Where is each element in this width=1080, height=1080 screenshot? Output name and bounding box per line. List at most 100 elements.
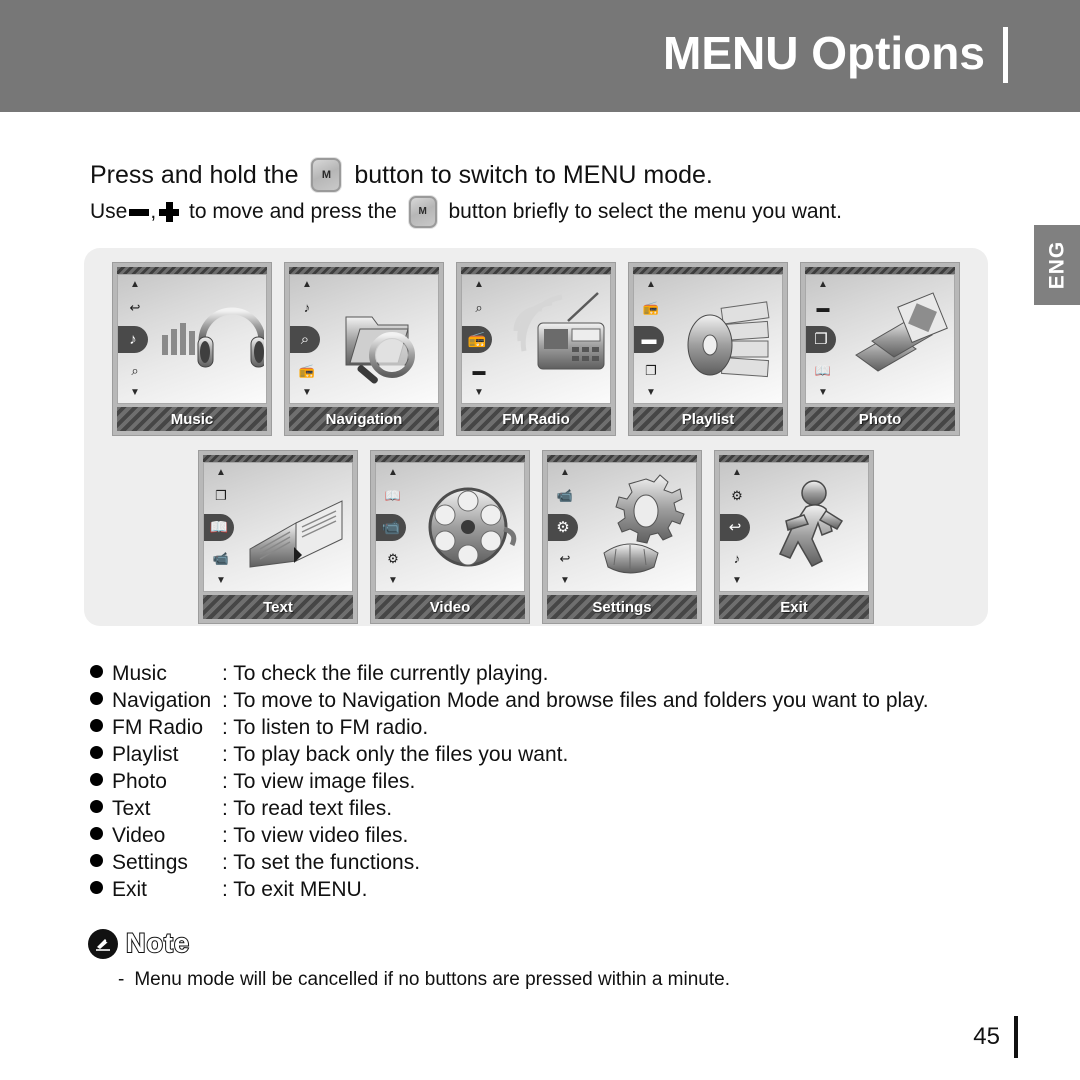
up-arrow-icon[interactable]: ▲ xyxy=(294,280,320,290)
icon-rail: ▲ ▬ ❐ 📖 ▼ xyxy=(806,275,840,403)
up-arrow-icon[interactable]: ▲ xyxy=(810,280,836,290)
plus-button-icon xyxy=(159,202,180,222)
up-arrow-icon[interactable]: ▲ xyxy=(122,280,148,290)
down-arrow-icon[interactable]: ▼ xyxy=(724,576,750,586)
down-arrow-icon[interactable]: ▼ xyxy=(638,388,664,398)
description-row: Exit : To exit MENU. xyxy=(90,876,990,903)
description-row: Photo: To view image files. xyxy=(90,768,990,795)
note-section: Note - Menu mode will be cancelled if no… xyxy=(88,927,988,991)
icon-rail: ▲ ❐ 📖 📹 ▼ xyxy=(204,463,238,591)
intro-line1-before: Press and hold the xyxy=(90,161,306,189)
down-arrow-icon[interactable]: ▼ xyxy=(810,388,836,398)
bullet-icon xyxy=(90,665,103,678)
photo-icon: ❐ xyxy=(806,325,836,353)
description-definition: : To view video files. xyxy=(222,824,409,847)
menu-screen-music[interactable]: ▲ ↩ ♪ ⌕ ▼ Music xyxy=(112,262,272,436)
screen-top-stripe xyxy=(547,455,697,462)
video-camera-icon: 📹 xyxy=(376,513,406,541)
screen-label: Music xyxy=(170,410,214,428)
menu-button-icon: M xyxy=(408,196,437,228)
magnifier-icon: ⌕ xyxy=(290,325,320,353)
footer-divider-rule xyxy=(1014,1016,1018,1058)
description-term: Photo xyxy=(112,770,167,793)
description-row: Navigation: To move to Navigation Mode a… xyxy=(90,687,990,714)
down-arrow-icon[interactable]: ▼ xyxy=(294,388,320,398)
screen-label: Photo xyxy=(858,410,902,428)
icon-rail: ▲ ♪ ⌕ 📻 ▼ xyxy=(290,275,324,403)
note-title: Note xyxy=(125,927,190,959)
screen-label-bar: Navigation xyxy=(289,407,439,431)
lcd-display: ▲ ⌕ 📻 ▬ ▼ xyxy=(461,274,611,404)
lcd-display: ▲ ❐ 📖 📹 ▼ xyxy=(203,462,353,592)
bullet-icon xyxy=(90,854,103,867)
disc-documents-art xyxy=(668,275,782,403)
up-arrow-icon[interactable]: ▲ xyxy=(552,468,578,478)
lcd-display: ▲ 📻 ▬ ❐ ▼ xyxy=(633,274,783,404)
bullet-icon xyxy=(90,719,103,732)
screen-label: Playlist xyxy=(681,410,735,428)
note-body: - Menu mode will be cancelled if no butt… xyxy=(118,969,988,991)
music-note-icon: ♪ xyxy=(118,325,148,353)
up-arrow-icon[interactable]: ▲ xyxy=(208,468,234,478)
menu-screen-playlist[interactable]: ▲ 📻 ▬ ❐ ▼ Playlist xyxy=(628,262,788,436)
description-term: Video xyxy=(112,824,166,847)
lcd-display: ▲ ⚙ ↩ ♪ ▼ xyxy=(719,462,869,592)
gears-art xyxy=(582,463,696,591)
screen-top-stripe xyxy=(289,267,439,274)
down-arrow-icon[interactable]: ▼ xyxy=(380,576,406,586)
down-arrow-icon[interactable]: ▼ xyxy=(208,576,234,586)
screen-label-bar: Photo xyxy=(805,407,955,431)
icon-rail: ▲ ⚙ ↩ ♪ ▼ xyxy=(720,463,754,591)
text-book-icon: 📖 xyxy=(204,513,234,541)
menu-screen-fm-radio[interactable]: ▲ ⌕ 📻 ▬ ▼ FM Radio xyxy=(456,262,616,436)
menu-screen-exit[interactable]: ▲ ⚙ ↩ ♪ ▼ Exit xyxy=(714,450,874,624)
gear-icon: ⚙ xyxy=(731,488,743,504)
up-arrow-icon[interactable]: ▲ xyxy=(724,468,750,478)
icon-rail: ▲ ↩ ♪ ⌕ ▼ xyxy=(118,275,152,403)
description-term: Playlist xyxy=(112,743,179,766)
intro-line1-after: button to switch to MENU mode. xyxy=(347,161,713,189)
intro-line-1: Press and hold the M button to switch to… xyxy=(90,158,990,192)
screen-label: Text xyxy=(263,598,293,616)
description-term: Exit xyxy=(112,878,148,901)
screen-top-stripe xyxy=(461,267,611,274)
description-definition: : To exit MENU. xyxy=(222,878,368,901)
screen-top-stripe xyxy=(633,267,783,274)
up-arrow-icon[interactable]: ▲ xyxy=(466,280,492,290)
folders-magnifier-art xyxy=(324,275,438,403)
running-person-art xyxy=(754,463,868,591)
menu-screen-settings[interactable]: ▲ 📹 ⚙ ↩ ▼ Settings xyxy=(542,450,702,624)
screen-top-stripe xyxy=(117,267,267,274)
intro-line-2: Use , to move and press the M button bri… xyxy=(90,196,990,228)
description-definition: : To play back only the files you want. xyxy=(222,743,569,766)
gear-icon: ⚙ xyxy=(548,513,578,541)
up-arrow-icon[interactable]: ▲ xyxy=(638,280,664,290)
menu-screen-text[interactable]: ▲ ❐ 📖 📹 ▼ Text xyxy=(198,450,358,624)
folder-icon: ▬ xyxy=(472,362,486,378)
header-divider-rule xyxy=(1003,27,1008,83)
page-title: MENU Options xyxy=(663,27,985,79)
language-tab-label: ENG xyxy=(1045,240,1069,290)
down-arrow-icon[interactable]: ▼ xyxy=(122,388,148,398)
exit-icon: ↩ xyxy=(559,550,571,566)
description-definition: : To listen to FM radio. xyxy=(222,716,429,739)
page-header: MENU Options xyxy=(0,0,1080,112)
screen-label-bar: Video xyxy=(375,595,525,619)
up-arrow-icon[interactable]: ▲ xyxy=(380,468,406,478)
description-row: Text: To read text files. xyxy=(90,795,990,822)
description-term: Music xyxy=(112,662,167,685)
exit-icon: ↩ xyxy=(720,513,750,541)
magnifier-icon: ⌕ xyxy=(475,300,483,316)
headphones-equalizer-art xyxy=(152,275,266,403)
menu-screen-video[interactable]: ▲ 📖 📹 ⚙ ▼ Video xyxy=(370,450,530,624)
down-arrow-icon[interactable]: ▼ xyxy=(552,576,578,586)
down-arrow-icon[interactable]: ▼ xyxy=(466,388,492,398)
photo-icon: ❐ xyxy=(645,362,657,378)
radio-icon: 📻 xyxy=(462,325,492,353)
screen-label: Exit xyxy=(780,598,808,616)
screen-label-bar: Settings xyxy=(547,595,697,619)
screen-label: Settings xyxy=(592,598,652,616)
menu-screen-photo[interactable]: ▲ ▬ ❐ 📖 ▼ Photo xyxy=(800,262,960,436)
menu-description-list: Music: To check the file currently playi… xyxy=(90,660,990,903)
menu-screen-navigation[interactable]: ▲ ♪ ⌕ 📻 ▼ Navigation xyxy=(284,262,444,436)
